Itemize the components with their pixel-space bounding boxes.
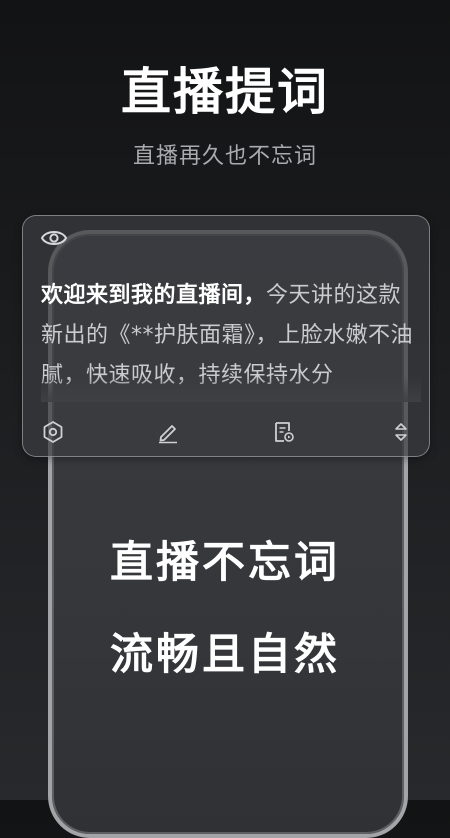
phone-headline-line-2: 流畅且自然 (110, 630, 340, 680)
script-fade (41, 376, 421, 402)
script-text: 欢迎来到我的直播间，今天讲的这款新出的《**护肤面霜》，上脸水嫩不油腻，快速吸收… (41, 276, 421, 402)
page-title: 直播提词 (121, 63, 329, 121)
page-subtitle: 直播再久也不忘词 (132, 144, 317, 169)
prompter-toolbar (23, 414, 429, 450)
phone-headline-line-1: 直播不忘词 (110, 538, 340, 588)
script-highlight: 欢迎来到我的直播间， (41, 283, 267, 308)
teleprompter-card: 欢迎来到我的直播间，今天讲的这款新出的《**护肤面霜》，上脸水嫩不油腻，快速吸收… (22, 215, 430, 457)
